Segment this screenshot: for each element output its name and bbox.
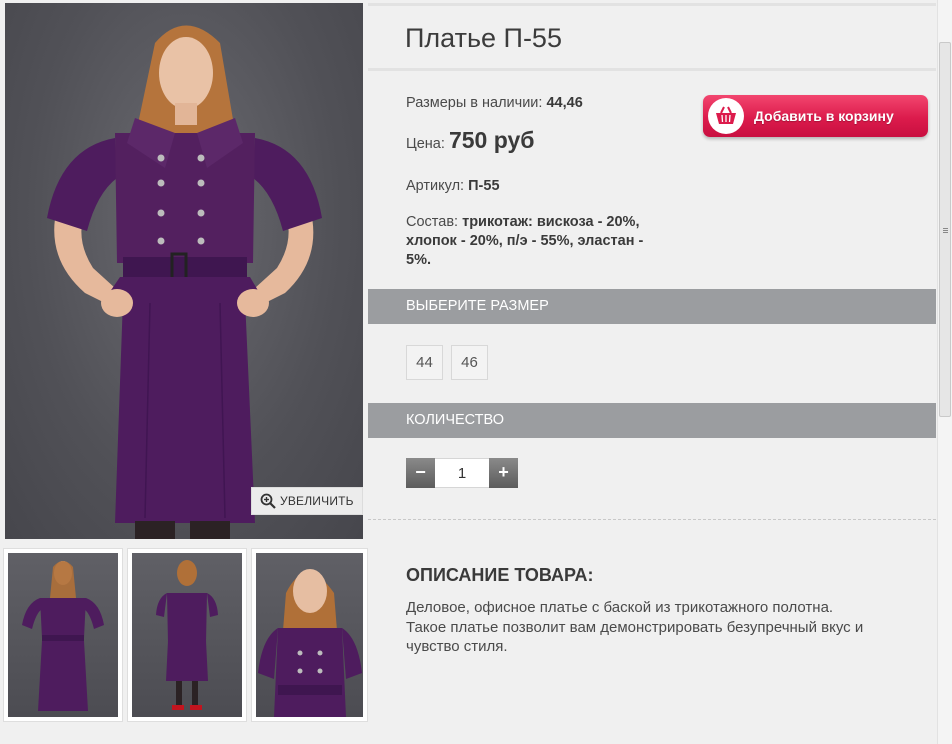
page-scrollbar[interactable] [937, 0, 952, 744]
composition-label: Состав: [406, 214, 459, 230]
description-line-2: Такое платье позволит вам демонстрироват… [406, 618, 864, 636]
description-title: ОПИСАНИЕ ТОВАРА: [406, 565, 594, 585]
description-line-1: Деловое, офисное платье с баской из трик… [406, 599, 834, 616]
sku-value: П-55 [468, 178, 500, 194]
sizes-label: Размеры в наличии: [406, 95, 543, 111]
price-label: Цена: [406, 136, 445, 152]
description-text: Деловое, офисное платье с баской из трик… [406, 598, 916, 657]
scrollbar-thumb[interactable] [939, 42, 951, 417]
sku: Артикул: П-55 [406, 177, 500, 196]
composition-line-3: 5%. [406, 252, 431, 268]
quantity-input[interactable] [435, 458, 489, 488]
add-to-cart-label: Добавить в корзину [754, 108, 894, 124]
section-divider [368, 519, 936, 520]
description-line-3: чувство стиля. [406, 638, 508, 655]
sizes-available: Размеры в наличии: 44,46 [406, 94, 583, 113]
zoom-label: УВЕЛИЧИТЬ [280, 494, 354, 508]
size-section-header: ВЫБЕРИТЕ РАЗМЕР [368, 289, 936, 324]
quantity-decrease-button[interactable]: − [406, 458, 435, 488]
thumbnail-image [132, 553, 242, 717]
thumbnail-image [8, 553, 118, 717]
add-to-cart-button[interactable]: Добавить в корзину [703, 95, 928, 137]
price-value: 750 руб [448, 127, 535, 153]
composition-line-1: трикотаж: вискоза - 20%, [462, 214, 640, 230]
quantity-section-header: КОЛИЧЕСТВО [368, 403, 936, 438]
size-option-44[interactable]: 44 [406, 345, 443, 380]
sizes-value: 44,46 [546, 95, 583, 111]
composition-line-2: хлопок - 20%, п/э - 55%, эластан - [406, 233, 644, 249]
composition: Состав: трикотаж: вискоза - 20%, хлопок … [406, 213, 706, 270]
shopping-basket-icon [708, 98, 744, 134]
product-main-photo[interactable]: УВЕЛИЧИТЬ [5, 3, 363, 539]
thumbnail-closeup[interactable] [251, 548, 368, 722]
dress-model-illustration [47, 25, 322, 539]
scrollbar-grip [943, 228, 948, 229]
product-title: Платье П-55 [405, 23, 562, 53]
thumbnail-strip [3, 548, 368, 722]
sku-label: Артикул: [406, 178, 465, 194]
product-title-band: Платье П-55 [368, 3, 936, 71]
quantity-increase-button[interactable]: + [489, 458, 518, 488]
thumbnail-back[interactable] [127, 548, 247, 722]
quantity-stepper: − + [406, 458, 518, 488]
thumbnail-image [256, 553, 363, 717]
thumbnail-front[interactable] [3, 548, 123, 722]
zoom-button[interactable]: УВЕЛИЧИТЬ [251, 487, 363, 515]
size-option-46[interactable]: 46 [451, 345, 488, 380]
price: Цена: 750 руб [406, 129, 534, 154]
magnifier-plus-icon [260, 493, 276, 509]
